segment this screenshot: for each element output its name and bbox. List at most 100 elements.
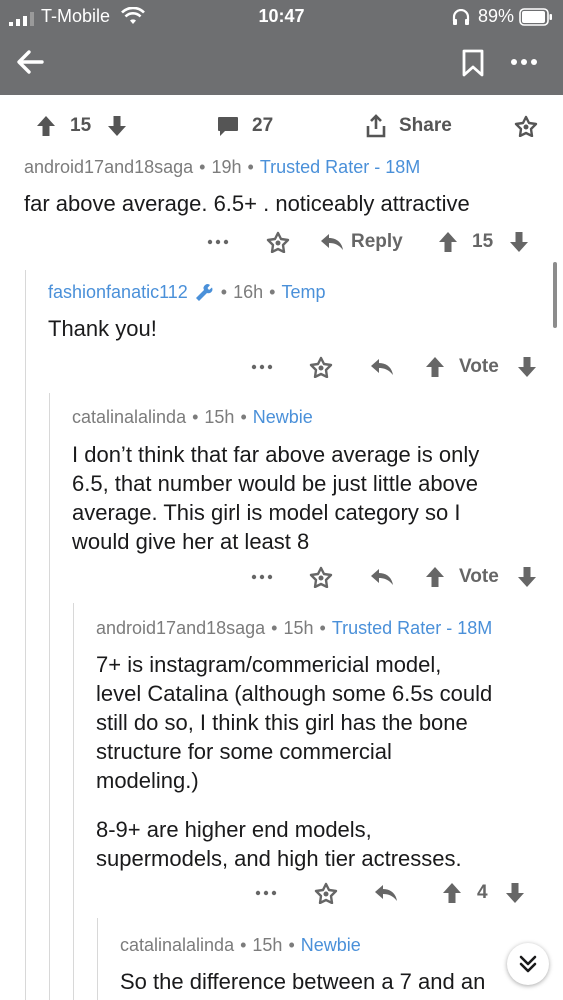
battery-icon: [519, 8, 552, 26]
reply-icon: [375, 885, 397, 901]
ellipsis-icon[interactable]: [251, 574, 273, 580]
next-comment-button[interactable]: [507, 943, 549, 985]
award-icon[interactable]: [514, 115, 538, 137]
more-button[interactable]: [251, 559, 273, 595]
back-arrow-icon[interactable]: [14, 46, 46, 78]
downvote-button[interactable]: [509, 224, 529, 260]
comment-body: Thank you!: [48, 316, 157, 341]
upvote-button[interactable]: [425, 559, 445, 595]
downvote-button[interactable]: [517, 559, 537, 595]
upvote-button[interactable]: [425, 349, 445, 385]
downvote-button[interactable]: [517, 349, 537, 385]
battery-percent: 89%: [478, 6, 515, 26]
reply-button[interactable]: [374, 875, 398, 911]
comment-line: level Catalina (although some 6.5s could: [96, 681, 493, 706]
comment-actions: Vote: [0, 559, 563, 595]
comments-button[interactable]: 27: [217, 95, 273, 157]
comment-body: So the difference between a 7 and an: [120, 969, 486, 994]
comment-age: 19h: [211, 157, 242, 177]
ellipsis-icon[interactable]: [251, 364, 273, 370]
award-button[interactable]: [309, 559, 333, 595]
more-button[interactable]: [255, 875, 277, 911]
more-button[interactable]: [251, 349, 273, 385]
reply-button[interactable]: [370, 559, 394, 595]
share-icon: [366, 114, 386, 138]
comment-line: still do so, I think this girl has the b…: [96, 710, 468, 735]
comment-author[interactable]: android17and18saga: [24, 157, 193, 177]
comment-actions: 4: [0, 875, 563, 911]
comment-score: 15: [472, 231, 494, 252]
bookmark-icon[interactable]: [460, 48, 486, 78]
scrollbar[interactable]: [553, 262, 557, 328]
comment-line: I don’t think that far above average is …: [72, 442, 480, 467]
comment-icon: [218, 116, 238, 136]
comment-age: 15h: [252, 935, 283, 955]
comment-line: structure for some commercial: [96, 739, 392, 764]
comment-actions: Reply 15: [0, 224, 563, 260]
comment-line: 7+ is instagram/commericial model,: [96, 652, 442, 677]
comment-line: 6.5, that number would be just little ab…: [72, 471, 479, 496]
comment-meta: catalinalalinda • 15h • Newbie: [120, 935, 361, 955]
downvote-icon[interactable]: [517, 566, 537, 588]
comment-score: 4: [477, 882, 488, 903]
upvote-icon[interactable]: [425, 356, 445, 378]
downvote-icon[interactable]: [517, 356, 537, 378]
comment-line: would give her at least 8: [72, 529, 310, 554]
user-flair: Trusted Rater - 18M: [259, 157, 421, 177]
upvote-icon[interactable]: [438, 231, 458, 253]
thread-line: [97, 918, 98, 1000]
share-button[interactable]: Share: [365, 95, 452, 157]
mod-wrench-icon: [195, 284, 213, 301]
comment-meta: android17and18saga • 15h • Trusted Rater - 1…: [96, 618, 493, 638]
award-icon[interactable]: [309, 356, 333, 378]
award-button[interactable]: [266, 224, 290, 260]
share-label: Share: [399, 115, 452, 136]
comment-author[interactable]: fashionfanatic112: [48, 282, 188, 302]
reply-button[interactable]: Reply: [320, 224, 403, 260]
more-options-icon[interactable]: [507, 50, 541, 74]
user-flair: Newbie: [252, 407, 313, 427]
more-button[interactable]: [207, 224, 229, 260]
ellipsis-icon[interactable]: [207, 239, 229, 245]
upvote-icon[interactable]: [425, 566, 445, 588]
comment-meta: fashionfanatic112 • 16h • Temp: [48, 282, 326, 302]
award-icon[interactable]: [266, 231, 290, 253]
comment-age: 15h: [204, 407, 235, 427]
upvote-icon[interactable]: [442, 882, 462, 904]
user-flair: Temp: [281, 282, 326, 302]
comment-meta: catalinalalinda • 15h • Newbie: [72, 407, 313, 427]
comment-line: modeling.): [96, 768, 199, 793]
thread-line: [73, 603, 74, 1000]
downvote-icon[interactable]: [505, 882, 525, 904]
comment-count: 27: [252, 115, 274, 136]
award-button[interactable]: [309, 349, 333, 385]
user-flair: Newbie: [300, 935, 361, 955]
comment-author[interactable]: catalinalalinda: [120, 935, 234, 955]
ellipsis-icon[interactable]: [255, 890, 277, 896]
comment-body: far above average. 6.5+ . noticeably att…: [24, 191, 470, 216]
reply-button[interactable]: [370, 349, 394, 385]
award-icon[interactable]: [314, 882, 338, 904]
downvote-icon[interactable]: [509, 231, 529, 253]
comment-author[interactable]: catalinalalinda: [72, 407, 186, 427]
comment-line: 8-9+ are higher end models,: [96, 817, 372, 842]
comment-score: Vote: [459, 356, 499, 377]
double-chevron-down-icon[interactable]: [518, 954, 538, 974]
headphones-icon: [452, 9, 470, 25]
upvote-button[interactable]: [442, 875, 462, 911]
comment-body: I don’t think that far above average is …: [72, 440, 479, 556]
upvote-icon[interactable]: [36, 115, 56, 137]
upvote-button[interactable]: [438, 224, 458, 260]
comment-author[interactable]: android17and18saga: [96, 618, 265, 638]
comment-meta: android17and18saga • 19h • Trusted Rater - 1…: [24, 157, 421, 177]
reply-icon: [371, 569, 393, 585]
post-upvote-button[interactable]: 15: [36, 95, 91, 157]
award-button[interactable]: [314, 875, 338, 911]
downvote-icon[interactable]: [107, 115, 127, 137]
comment-age: 15h: [283, 618, 314, 638]
downvote-button[interactable]: [505, 875, 525, 911]
comment-body: 7+ is instagram/commericial model, level…: [96, 650, 492, 873]
user-flair: Trusted Rater - 18M: [331, 618, 493, 638]
award-icon[interactable]: [309, 566, 333, 588]
